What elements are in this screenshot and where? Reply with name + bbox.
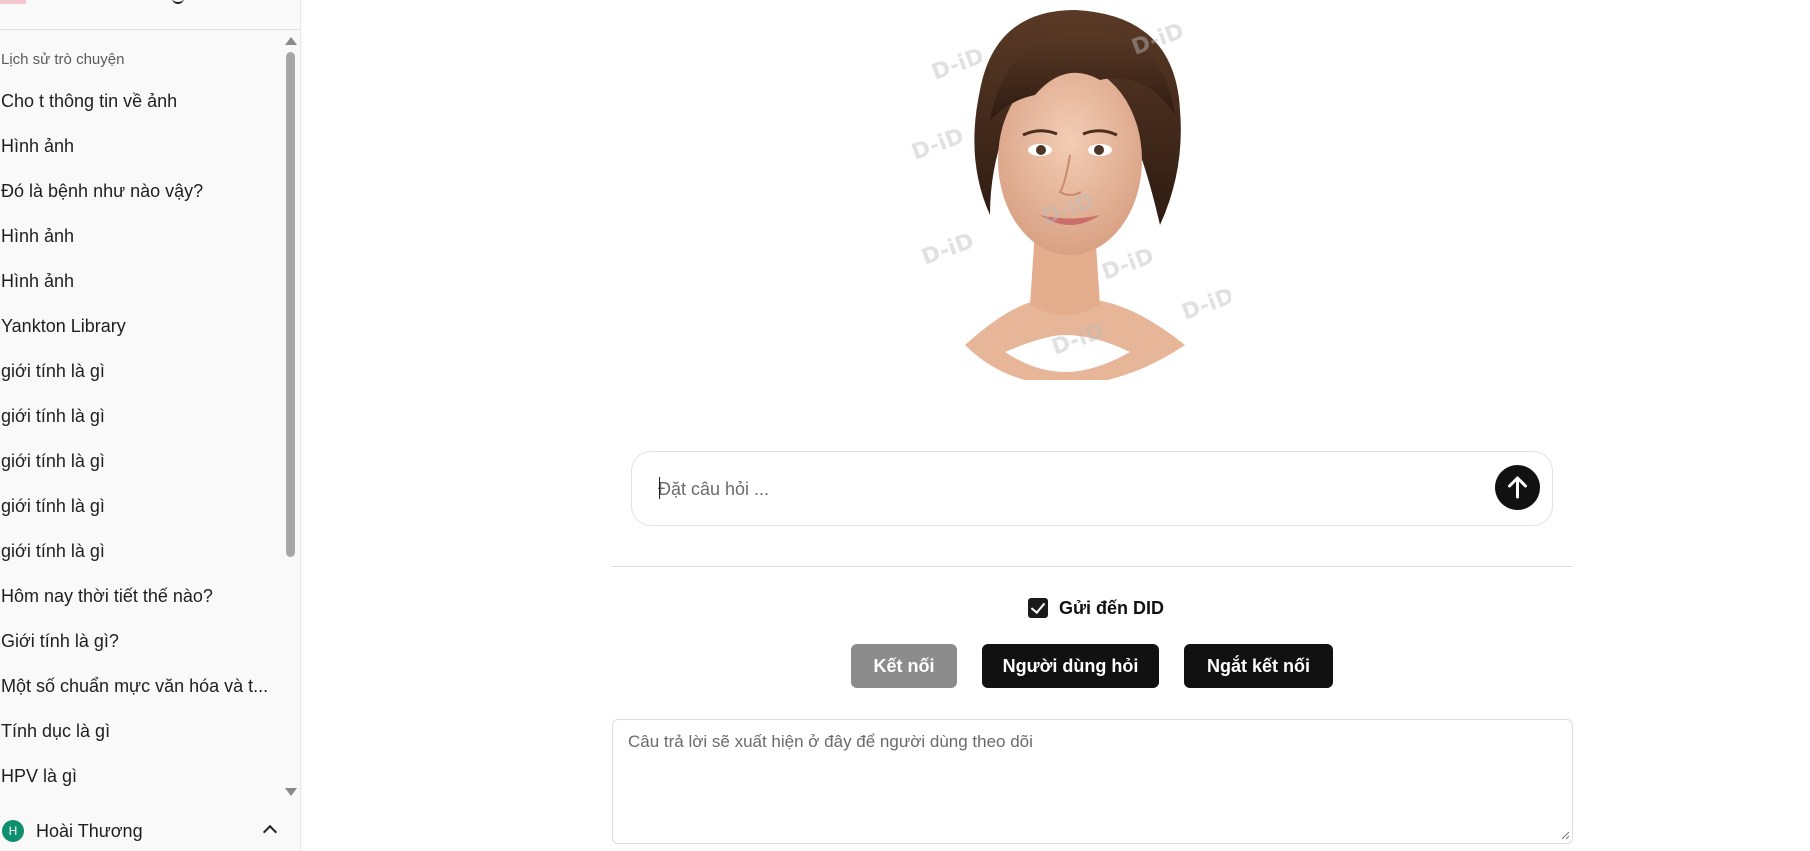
watermark-text: D-iD [929, 44, 988, 86]
user-ask-button[interactable]: Người dùng hỏi [982, 644, 1159, 688]
history-item[interactable]: giới tính là gì [0, 350, 280, 395]
history-title: Lịch sử trò chuyện [1, 51, 125, 68]
watermark-text: D-iD [1099, 244, 1158, 286]
answer-textarea[interactable] [612, 719, 1573, 844]
history-item[interactable]: Giới tính là gì? [0, 620, 280, 665]
watermark-text: D-iD [919, 229, 978, 271]
chevron-up-icon[interactable] [262, 824, 278, 840]
scroll-down-arrow-icon[interactable] [285, 788, 297, 796]
sidebar-header [0, 0, 300, 30]
question-input[interactable] [658, 472, 1478, 506]
divider [612, 566, 1572, 567]
history-item[interactable]: Một số chuẩn mực văn hóa và t... [0, 665, 280, 710]
history-item[interactable]: Tính dục là gì [0, 710, 280, 755]
ask-box [631, 451, 1553, 526]
user-name: Hoài Thương [36, 821, 143, 841]
history-item[interactable]: HPV là gì [0, 755, 280, 800]
text-caret [659, 477, 660, 499]
history-item[interactable]: Đó là bệnh như nào vậy? [0, 170, 280, 215]
send-button[interactable] [1495, 465, 1540, 510]
main-panel: D-iD D-iD D-iD D-iD D-iD D-iD D-iD D-iD … [301, 0, 1810, 851]
history-item[interactable]: giới tính là gì [0, 440, 280, 485]
arrow-up-icon [1508, 476, 1527, 499]
sidebar-scrollbar[interactable] [283, 32, 297, 796]
watermark-text: D-iD [1179, 284, 1231, 326]
history-item[interactable]: giới tính là gì [0, 395, 280, 440]
user-menu[interactable]: H Hoài Thương [0, 810, 300, 850]
history-item[interactable]: giới tính là gì [0, 530, 280, 575]
history-item[interactable]: Cho t thông tin về ảnh [0, 80, 280, 125]
watermark-text: D-iD [909, 124, 968, 166]
scroll-up-arrow-icon[interactable] [285, 37, 297, 45]
connect-button[interactable]: Kết nối [851, 644, 957, 688]
avatar-video: D-iD D-iD D-iD D-iD D-iD D-iD D-iD D-iD [909, 10, 1231, 380]
header-glyph [172, 0, 184, 4]
history-item[interactable]: Yankton Library [0, 305, 280, 350]
history-item[interactable]: Hôm nay thời tiết thế nào? [0, 575, 280, 620]
history-list: Cho t thông tin về ảnh Hình ảnh Đó là bệ… [0, 80, 280, 800]
history-item[interactable]: Hình ảnh [0, 260, 280, 305]
history-item[interactable]: Hình ảnh [0, 215, 280, 260]
resize-grip-icon[interactable] [1560, 830, 1570, 840]
sidebar: Lịch sử trò chuyện Cho t thông tin về ản… [0, 0, 301, 851]
send-to-did-label: Gửi đến DID [1059, 598, 1165, 618]
history-item[interactable]: Hình ảnh [0, 125, 280, 170]
send-to-did-checkbox[interactable] [1028, 598, 1048, 618]
disconnect-button[interactable]: Ngắt kết nối [1184, 644, 1333, 688]
history-item[interactable]: giới tính là gì [0, 485, 280, 530]
avatar: H [2, 820, 24, 842]
logo [0, 0, 26, 4]
scrollbar-thumb[interactable] [286, 52, 295, 557]
